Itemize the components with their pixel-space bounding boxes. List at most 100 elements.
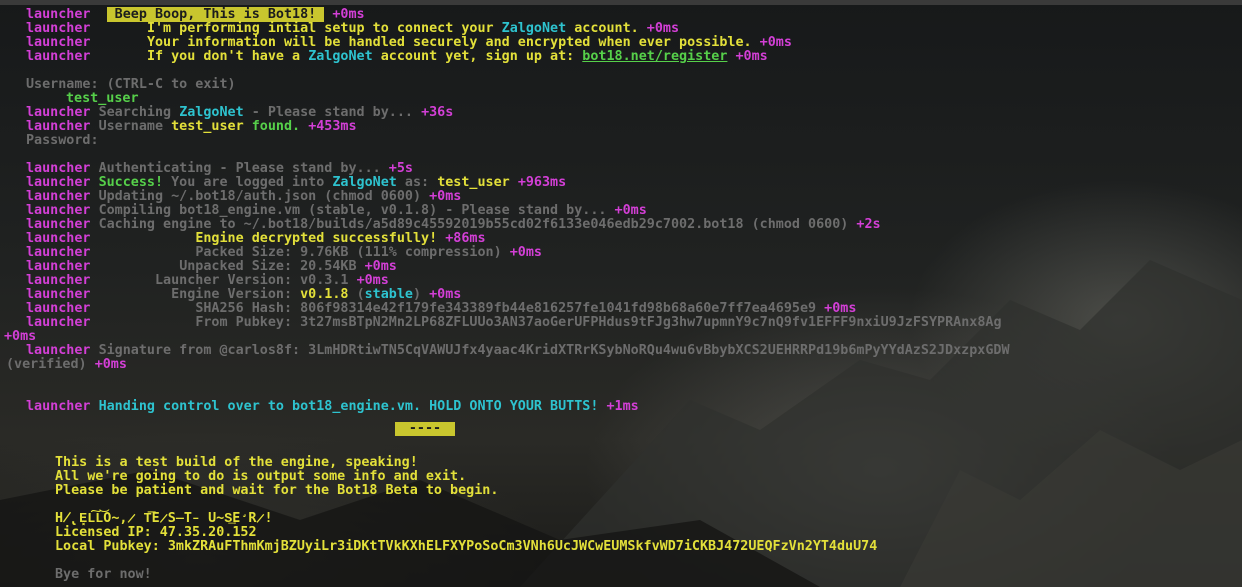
line-searching: launcher Searching ZalgoNet - Please sta…: [26, 106, 453, 120]
line-verified: (verified) +0ms: [6, 358, 127, 372]
launcher-tag: launcher: [26, 203, 91, 218]
line-engine-version: launcher Engine Version: v0.1.8 (stable)…: [26, 287, 462, 302]
register-link[interactable]: bot18.net/register: [582, 49, 727, 64]
as-text: as:: [396, 175, 438, 190]
timestamp: +0ms: [356, 273, 389, 288]
packed-label: Packed Size:: [195, 245, 293, 260]
unpacked-label: Unpacked Size:: [179, 259, 293, 274]
bot18-banner: Beep Boop, This is Bot18!: [106, 7, 325, 22]
launcher-tag: launcher: [26, 301, 91, 316]
line-updating: launcher Updating ~/.bot18/auth.json (ch…: [26, 190, 461, 204]
launcher-tag: launcher: [26, 49, 91, 64]
launcher-version-value: v0.3.1: [292, 273, 349, 288]
output-info-text: All we're going to do is output some inf…: [55, 469, 467, 484]
engine-version-value: v0.1.8: [300, 287, 349, 302]
username-prompt: Username: (CTRL-C to exit): [26, 77, 236, 92]
line-handing-control: launcher Handing control over to bot18_e…: [26, 400, 639, 414]
sha256-label: SHA256 Hash:: [195, 301, 293, 316]
line-authenticating: launcher Authenticating - Please stand b…: [26, 162, 413, 176]
pubkey-label: From Pubkey:: [195, 315, 293, 330]
username-input[interactable]: test_user: [66, 92, 139, 106]
timestamp: +0ms: [429, 287, 462, 302]
zalgonet-text: ZalgoNet: [501, 21, 567, 36]
launcher-tag: launcher: [26, 245, 91, 260]
timestamp: +453ms: [308, 119, 357, 134]
launcher-version-label: Launcher Version:: [155, 273, 293, 288]
zalgonet-text: ZalgoNet: [332, 175, 397, 190]
handing-control-text: Handing control over to bot18_engine.vm.…: [98, 399, 599, 414]
launcher-tag: launcher: [26, 189, 91, 204]
timestamp: +0ms: [509, 245, 542, 260]
username-value: test_user: [171, 119, 244, 134]
launcher-tag: launcher: [26, 161, 91, 176]
timestamp: +0ms: [614, 203, 647, 218]
test-build-text: This is a test build of the engine, spea…: [55, 455, 418, 470]
local-pubkey-text: Local Pubkey: 3mkZRAuFThmKmjBZUyiLr3iDKt…: [55, 539, 878, 554]
unpacked-value: 20.54KB: [292, 259, 357, 274]
line-setup: launcher I'm performing intial setup to …: [26, 22, 679, 36]
timestamp: +0ms: [824, 301, 857, 316]
line-banner: launcher Beep Boop, This is Bot18! +0ms: [26, 7, 365, 22]
logged-in-text: You are logged into: [163, 175, 333, 190]
bye-text: Bye for now!: [55, 567, 152, 582]
hello-zalgo-text: H̸̢E͓L͠L͝O̴,̷ T͞E̷S̶T̵ U̴S͢E̛R̷!: [55, 511, 273, 526]
line-from-pubkey: launcher From Pubkey: 3t27msBTpN2Mn2LP68…: [26, 316, 1002, 330]
launcher-tag: launcher: [26, 21, 91, 36]
line-username-found: launcher Username test_user found. +453m…: [26, 120, 357, 134]
signup-text: If you don't have a: [146, 49, 309, 64]
updating-text: Updating ~/.bot18/auth.json (chmod 0600): [98, 189, 422, 204]
zalgonet-text: ZalgoNet: [308, 49, 373, 64]
launcher-tag: launcher: [26, 175, 91, 190]
window-title-bar: [0, 0, 1242, 5]
line-compiling: launcher Compiling bot18_engine.vm (stab…: [26, 204, 647, 218]
username-value: test_user: [437, 175, 510, 190]
timestamp: +5s: [388, 161, 413, 176]
timestamp: +2s: [856, 217, 881, 232]
password-prompt[interactable]: Password:: [26, 134, 99, 148]
launcher-tag: launcher: [26, 343, 91, 358]
line-signup: launcher If you don't have a ZalgoNet ac…: [26, 50, 768, 64]
timestamp: +86ms: [445, 231, 486, 246]
stable-channel: stable: [364, 287, 413, 302]
timestamp: +36s: [421, 105, 454, 120]
line-launcher-version: launcher Launcher Version: v0.3.1 +0ms: [26, 274, 389, 288]
compiling-text: Compiling bot18_engine.vm (stable, v0.1.…: [98, 203, 607, 218]
sha256-value: 806f98314e42f179fe343389fb44e816257fe104…: [292, 301, 817, 316]
patient-text: Please be patient and wait for the Bot18…: [55, 483, 499, 498]
search-text: Searching: [98, 105, 180, 120]
success-text: Success!: [98, 175, 164, 190]
search-text-end: - Please stand by...: [243, 105, 413, 120]
line-unpacked: launcher Unpacked Size: 20.54KB +0ms: [26, 260, 397, 274]
caching-text: Caching engine to ~/.bot18/builds/a5d89c…: [98, 217, 849, 232]
pubkey-value: 3t27msBTpN2Mn2LP68ZFLUUo3AN37aoGerUFPHdu…: [292, 315, 1002, 330]
line-info: launcher Your information will be handle…: [26, 36, 792, 50]
timestamp: +963ms: [517, 175, 567, 190]
signup-text-end: account yet, sign up at:: [372, 49, 583, 64]
timestamp: +0ms: [364, 259, 397, 274]
timestamp: +0ms: [646, 21, 680, 36]
found-text: found.: [243, 119, 301, 134]
wrapped-timestamp: +0ms: [4, 329, 37, 344]
line-caching: launcher Caching engine to ~/.bot18/buil…: [26, 218, 881, 232]
decrypted-text: Engine decrypted successfully!: [195, 231, 438, 246]
signature-text: Signature from @carlos8f: 3LmHDRtiwTN5Cq…: [98, 343, 1010, 358]
timestamp: +0ms: [735, 49, 768, 64]
line-packed: launcher Packed Size: 9.76KB (111% compr…: [26, 246, 542, 260]
setup-text-end: account.: [566, 21, 639, 36]
verified-text: (verified): [6, 357, 87, 372]
line-sha256: launcher SHA256 Hash: 806f98314e42f179fe…: [26, 302, 856, 316]
launcher-tag: launcher: [26, 217, 91, 232]
line-success: launcher Success! You are logged into Za…: [26, 176, 566, 190]
launcher-tag: launcher: [26, 287, 91, 302]
timestamp: +0ms: [429, 189, 462, 204]
line-signature: launcher Signature from @carlos8f: 3LmHD…: [26, 344, 1010, 358]
launcher-tag: launcher: [26, 119, 91, 134]
username-label: Username: [98, 119, 172, 134]
zalgonet-text: ZalgoNet: [179, 105, 244, 120]
info-text: Your information will be handled securel…: [146, 35, 752, 50]
line-decrypted: launcher Engine decrypted successfully! …: [26, 232, 486, 246]
launcher-tag: launcher: [26, 273, 91, 288]
launcher-tag: launcher: [26, 231, 91, 246]
licensed-ip-text: Licensed IP: 47.35.20.152: [55, 525, 257, 540]
timestamp: +0ms: [94, 357, 127, 372]
